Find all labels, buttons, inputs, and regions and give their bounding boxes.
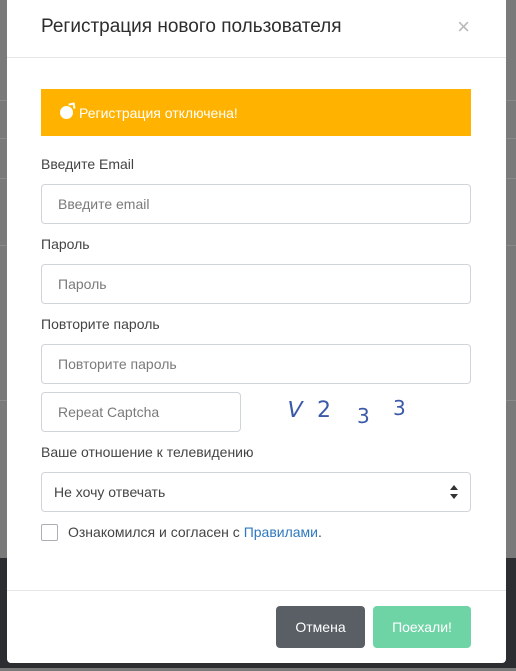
agreement-checkbox[interactable]	[41, 524, 58, 541]
modal-title: Регистрация нового пользователя	[41, 16, 342, 37]
close-icon[interactable]: ×	[457, 14, 470, 40]
email-field[interactable]	[41, 184, 471, 224]
rules-link[interactable]: Правилами	[244, 524, 318, 540]
tv-attitude-label: Ваше отношение к телевидению	[41, 444, 254, 460]
submit-button[interactable]: Поехали!	[373, 606, 471, 648]
registration-disabled-alert: Регистрация отключена!	[41, 89, 471, 136]
agreement-text: Ознакомился и согласен с	[68, 524, 244, 540]
cancel-button[interactable]: Отмена	[276, 606, 365, 648]
agreement-label: Ознакомился и согласен с Правилами.	[68, 524, 322, 540]
modal-header: Регистрация нового пользователя ×	[7, 0, 506, 58]
modal-footer: Отмена Поехали!	[7, 590, 506, 663]
registration-modal: Регистрация нового пользователя × Регист…	[7, 0, 506, 663]
captcha-input[interactable]	[41, 392, 241, 432]
captcha-char: 3	[393, 396, 406, 420]
select-value: Не хочу отвечать	[54, 484, 166, 500]
tv-attitude-select[interactable]: Не хочу отвечать	[41, 472, 471, 512]
password-repeat-field[interactable]	[41, 344, 471, 384]
alert-text: Регистрация отключена!	[79, 104, 238, 121]
captcha-char: 2	[317, 398, 331, 423]
password-label: Пароль	[41, 236, 90, 252]
email-label: Введите Email	[41, 156, 135, 172]
password-field[interactable]	[41, 264, 471, 304]
chevron-up-down-icon	[450, 485, 458, 499]
bomb-icon	[60, 106, 73, 119]
captcha-image: V 2 3 3	[279, 392, 419, 432]
agreement-text-end: .	[317, 524, 322, 540]
captcha-char: 3	[357, 404, 370, 428]
password-repeat-label: Повторите пароль	[41, 316, 160, 332]
captcha-char: V	[284, 398, 305, 423]
